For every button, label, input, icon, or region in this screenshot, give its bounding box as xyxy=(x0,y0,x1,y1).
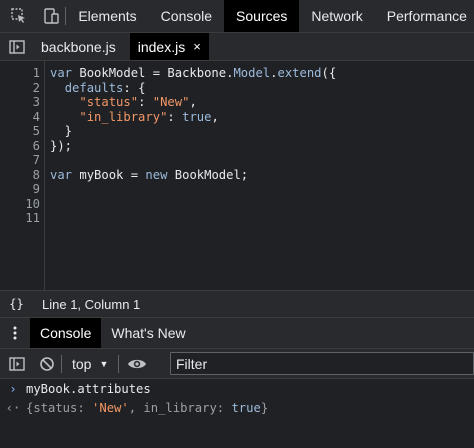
code-token: }); xyxy=(50,138,73,153)
result-token: , in_library: xyxy=(128,401,232,415)
line-number[interactable]: 6 xyxy=(33,139,40,154)
file-tab-label: index.js xyxy=(137,38,186,55)
line-number[interactable]: 1 xyxy=(33,66,40,81)
code-token: , xyxy=(211,109,219,124)
tab-performance[interactable]: Performance xyxy=(375,0,474,32)
filter-input[interactable] xyxy=(171,353,473,374)
line-number[interactable]: 2 xyxy=(33,81,40,96)
code-token: "New" xyxy=(152,95,190,109)
code-token: BookModel = Backbone. xyxy=(79,66,234,80)
device-toolbar-icon[interactable] xyxy=(42,7,60,25)
code-editor[interactable]: 1 2 3 4 5 6 7 8 9 10 11 var BookModel = Backbone.M… xyxy=(0,61,474,290)
editor-status-bar: {} Line 1, Column 1 xyxy=(0,290,474,318)
code-token: Model xyxy=(233,66,271,80)
console-input-line: › myBook.attributes xyxy=(0,379,474,399)
console-filter[interactable] xyxy=(170,352,474,375)
toolbar-icons xyxy=(0,0,65,32)
line-number[interactable]: 9 xyxy=(33,182,40,197)
code-line: defaults: { xyxy=(50,80,146,96)
code-token: myBook = xyxy=(79,167,146,182)
context-selector[interactable]: top ▼ xyxy=(72,356,108,372)
context-value: top xyxy=(72,355,92,372)
line-number-gutter: 1 2 3 4 5 6 7 8 9 10 11 xyxy=(0,61,45,290)
code-token: "status" xyxy=(79,95,139,109)
code-token: ({ xyxy=(321,66,337,80)
code-line: "in_library": true, xyxy=(50,109,219,125)
toolbar-divider xyxy=(61,354,62,373)
tab-elements[interactable]: Elements xyxy=(66,0,148,32)
code-line: "status": "New", xyxy=(50,95,197,110)
result-token: {status: xyxy=(26,401,93,415)
file-tab-label: backbone.js xyxy=(41,38,116,55)
code-line: var BookModel = Backbone.Model.extend({ xyxy=(50,66,336,81)
pretty-print-button[interactable]: {} xyxy=(0,297,33,311)
inspect-element-icon[interactable] xyxy=(10,7,28,25)
code-token: "in_library" xyxy=(79,109,168,124)
drawer-tab-console[interactable]: Console xyxy=(30,318,102,348)
console-sidebar-icon[interactable] xyxy=(0,356,33,371)
code-line: } xyxy=(50,124,72,139)
code-token: var xyxy=(50,167,80,182)
devtools-main-toolbar: Elements Console Sources Network Perform… xyxy=(0,0,474,33)
result-token: 'New' xyxy=(92,401,129,415)
line-number[interactable]: 4 xyxy=(33,110,40,125)
live-expression-eye-icon[interactable] xyxy=(119,357,155,371)
code-token: new xyxy=(145,167,175,182)
drawer-menu-icon[interactable] xyxy=(0,318,30,348)
code-token: } xyxy=(50,124,73,138)
line-number[interactable]: 8 xyxy=(33,168,40,183)
code-token: : { xyxy=(123,80,146,95)
file-tabs-bar: backbone.js index.js × xyxy=(0,33,474,61)
code-token: true xyxy=(182,109,212,124)
result-marker-icon: ‹· xyxy=(5,401,21,415)
code-token: , xyxy=(189,95,197,109)
code-token: var xyxy=(50,66,80,80)
console-toolbar: top ▼ xyxy=(0,349,474,379)
cursor-position: Line 1, Column 1 xyxy=(42,296,141,312)
sidebar-toggle-icon xyxy=(8,39,25,54)
code-token: extend xyxy=(277,66,322,80)
console-output[interactable]: › myBook.attributes ‹· {status: 'New', i… xyxy=(0,379,474,448)
main-tabs: Elements Console Sources Network Perform… xyxy=(66,0,474,32)
tab-network[interactable]: Network xyxy=(299,0,374,32)
file-tab-backbone[interactable]: backbone.js xyxy=(33,33,124,60)
code-token: : xyxy=(167,109,183,124)
line-number[interactable]: 7 xyxy=(33,153,40,168)
code-line: }); xyxy=(50,139,72,154)
close-tab-icon[interactable]: × xyxy=(193,39,201,54)
code-line: var myBook = new BookModel; xyxy=(50,168,248,183)
drawer-tabs-bar: Console What's New xyxy=(0,318,474,349)
line-number[interactable]: 3 xyxy=(33,95,40,110)
console-command: myBook.attributes xyxy=(26,382,151,396)
console-result-line: ‹· {status: 'New', in_library: true} xyxy=(0,398,474,418)
tab-console[interactable]: Console xyxy=(149,0,224,32)
code-token: : xyxy=(138,95,153,109)
input-prompt-icon: › xyxy=(9,382,17,396)
file-tab-index[interactable]: index.js × xyxy=(129,33,209,60)
clear-console-icon[interactable] xyxy=(33,356,61,372)
result-token: } xyxy=(260,401,269,415)
line-number[interactable]: 10 xyxy=(25,197,40,212)
tab-sources[interactable]: Sources xyxy=(224,0,300,32)
result-token: true xyxy=(231,401,261,415)
toggle-navigator-button[interactable] xyxy=(0,33,33,60)
drawer-tab-whats-new[interactable]: What's New xyxy=(101,318,195,348)
code-token: BookModel; xyxy=(174,167,249,182)
line-number[interactable]: 11 xyxy=(25,211,40,226)
dropdown-arrow-icon: ▼ xyxy=(99,358,109,369)
line-number[interactable]: 5 xyxy=(33,124,40,139)
code-token: defaults xyxy=(64,80,124,95)
console-result[interactable]: {status: 'New', in_library: true} xyxy=(26,401,268,415)
